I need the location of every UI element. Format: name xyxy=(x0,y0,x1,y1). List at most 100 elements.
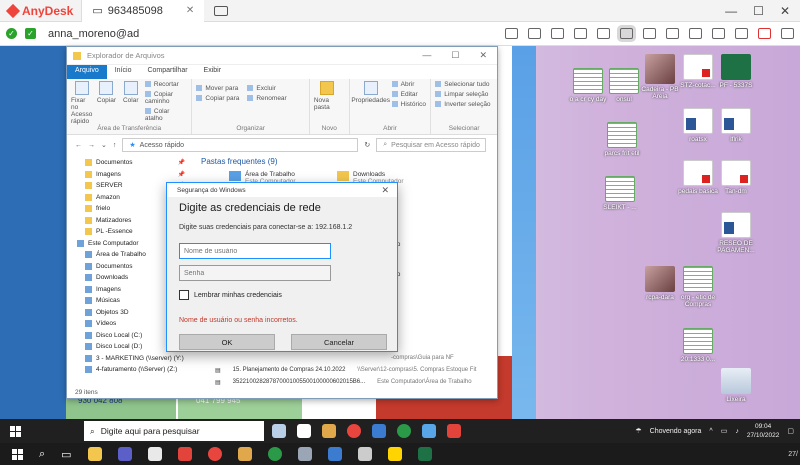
lightning-icon[interactable] xyxy=(689,28,702,39)
menu-icon[interactable] xyxy=(781,28,794,39)
host-clock[interactable]: 27/ xyxy=(788,451,800,458)
up-icon[interactable]: ↑ xyxy=(113,142,117,149)
weather-icon[interactable]: ☂ xyxy=(635,427,641,435)
display-icon[interactable] xyxy=(620,28,633,39)
chevron-down-icon[interactable]: ⌄ xyxy=(101,141,107,149)
nav-item[interactable]: Imagens 📌 xyxy=(75,169,185,181)
new-folder-button[interactable]: Nova pasta xyxy=(314,81,340,111)
session-tab[interactable]: ▭ 963485098 ✕ xyxy=(81,0,205,22)
desktop-icon[interactable]: SLEIKT - ... xyxy=(596,176,644,211)
username-field[interactable] xyxy=(179,243,331,259)
chat-icon[interactable] xyxy=(505,28,518,39)
excel-icon[interactable] xyxy=(417,447,432,461)
teams-icon[interactable] xyxy=(117,447,132,461)
refresh-icon[interactable]: ↻ xyxy=(364,141,370,149)
copy-path-button[interactable]: Copiar caminho xyxy=(145,91,188,105)
nav-item[interactable]: Documentos 📌 xyxy=(75,157,185,169)
search-icon[interactable]: ⌕ xyxy=(39,448,45,461)
database-icon[interactable] xyxy=(551,28,564,39)
credentials-dialog[interactable]: Segurança do Windows ✕ Digite as credenc… xyxy=(166,182,398,352)
copy-to-button[interactable]: Copiar para xyxy=(196,95,239,102)
minimize-icon[interactable]: — xyxy=(422,50,431,61)
weather-text[interactable]: Chovendo agora xyxy=(650,428,702,435)
pin-button[interactable]: Fixar no Acesso rápido xyxy=(71,81,92,125)
start-button[interactable] xyxy=(0,419,30,443)
edit-button[interactable]: Editar xyxy=(392,91,426,98)
star-icon[interactable] xyxy=(574,28,587,39)
select-all-button[interactable]: Selecionar tudo xyxy=(435,81,493,88)
network-icon[interactable]: ▭ xyxy=(721,427,728,435)
whatsapp-taskbar-icon[interactable] xyxy=(397,424,411,438)
anydesk-taskbar-icon[interactable] xyxy=(447,424,461,438)
sticky-notes-icon[interactable] xyxy=(387,447,402,461)
file-explorer-icon[interactable] xyxy=(87,447,102,461)
recent-file[interactable]: ▤ 15. Planejamento de Compras 24.10.2022… xyxy=(215,367,476,374)
open-button[interactable]: Abrir xyxy=(392,81,426,88)
invert-selection-button[interactable]: Inverter seleção xyxy=(435,101,493,108)
desktop-icon[interactable]: lflrik xyxy=(712,108,760,143)
password-field[interactable] xyxy=(179,265,331,281)
volume-icon[interactable]: ♪ xyxy=(735,428,739,435)
outlook-taskbar-icon[interactable] xyxy=(372,424,386,438)
recent-file[interactable]: -compras\Guia para NF xyxy=(391,355,454,361)
remote-address[interactable]: anna_moreno@ad xyxy=(48,28,139,40)
close-icon[interactable]: ✕ xyxy=(381,185,397,196)
task-view-icon[interactable]: ▭ xyxy=(61,448,71,461)
remember-credentials-checkbox[interactable]: Lembrar minhas credenciais xyxy=(179,290,282,300)
back-icon[interactable]: ← xyxy=(75,142,82,149)
cut-button[interactable]: Recortar xyxy=(145,81,188,88)
anydesk-icon[interactable] xyxy=(177,447,192,461)
app-icon[interactable] xyxy=(327,447,342,461)
outlook-taskbar-icon[interactable] xyxy=(297,424,311,438)
monitor-settings-icon[interactable] xyxy=(735,28,748,39)
rename-button[interactable]: Renomear xyxy=(247,95,286,102)
keyboard-icon[interactable] xyxy=(712,28,725,39)
desktop-icon[interactable]: PF - 5337S xyxy=(712,54,760,89)
tab-exibir[interactable]: Exibir xyxy=(196,65,230,79)
taskbar-search[interactable]: ⌕ Digite aqui para pesquisar xyxy=(84,421,264,441)
tab-arquivo[interactable]: Arquivo xyxy=(67,65,107,79)
desktop-icon[interactable]: parcs frit etil xyxy=(598,122,646,157)
ok-button[interactable]: OK xyxy=(179,334,275,350)
maximize-icon[interactable]: ☐ xyxy=(451,50,459,61)
close-window-icon[interactable]: ✕ xyxy=(780,4,790,18)
app-icon[interactable] xyxy=(237,447,252,461)
new-tab-icon[interactable] xyxy=(214,5,229,16)
app-icon[interactable] xyxy=(147,447,162,461)
cancel-button[interactable]: Cancelar xyxy=(291,334,387,350)
paste-shortcut-button[interactable]: Colar atalho xyxy=(145,108,188,122)
frequent-folders-title[interactable]: Pastas frequentes (9) xyxy=(201,157,497,166)
move-to-button[interactable]: Mover para xyxy=(196,85,239,92)
app-icon[interactable] xyxy=(357,447,372,461)
properties-button[interactable]: Propriedades xyxy=(351,81,390,108)
tab-compartilhar[interactable]: Compartilhar xyxy=(139,65,195,79)
pin-icon[interactable]: 📌 xyxy=(178,171,185,178)
desktop-icon[interactable]: RESEO DE PAGAMEN... xyxy=(712,212,760,254)
windows-icon[interactable] xyxy=(12,448,23,460)
tab-inicio[interactable]: Início xyxy=(107,65,140,79)
file-explorer-taskbar-icon[interactable] xyxy=(272,424,286,438)
app-taskbar-icon[interactable] xyxy=(322,424,336,438)
app-taskbar-icon[interactable] xyxy=(422,424,436,438)
chrome-icon[interactable] xyxy=(207,447,222,461)
close-tab-icon[interactable]: ✕ xyxy=(186,5,194,16)
app-icon[interactable] xyxy=(297,447,312,461)
record-icon[interactable] xyxy=(758,28,771,39)
checkbox-box[interactable] xyxy=(179,290,189,300)
copy-button[interactable]: Copiar xyxy=(96,81,116,125)
paste-button[interactable]: Colar xyxy=(121,81,141,125)
chevron-up-icon[interactable]: ^ xyxy=(709,428,712,435)
screenshot-icon[interactable] xyxy=(666,28,679,39)
notifications-icon[interactable]: ▢ xyxy=(787,427,794,435)
forward-icon[interactable]: → xyxy=(88,142,95,149)
chrome-taskbar-icon[interactable] xyxy=(347,424,361,438)
nav-item[interactable]: 3 - MARKETING (\\server) (Y:) xyxy=(75,353,185,365)
whatsapp-icon[interactable] xyxy=(267,447,282,461)
pin-icon[interactable]: 📌 xyxy=(178,159,185,166)
address-path[interactable]: ★ Acesso rápido xyxy=(122,138,359,152)
desktop-icon[interactable]: 20:1333 0... xyxy=(674,328,722,363)
messages-icon[interactable] xyxy=(643,28,656,39)
clock[interactable]: 09:04 27/10/2022 xyxy=(747,422,780,440)
desktop-icon[interactable]: Tan-dm xyxy=(712,160,760,195)
clipboard-icon[interactable] xyxy=(528,28,541,39)
